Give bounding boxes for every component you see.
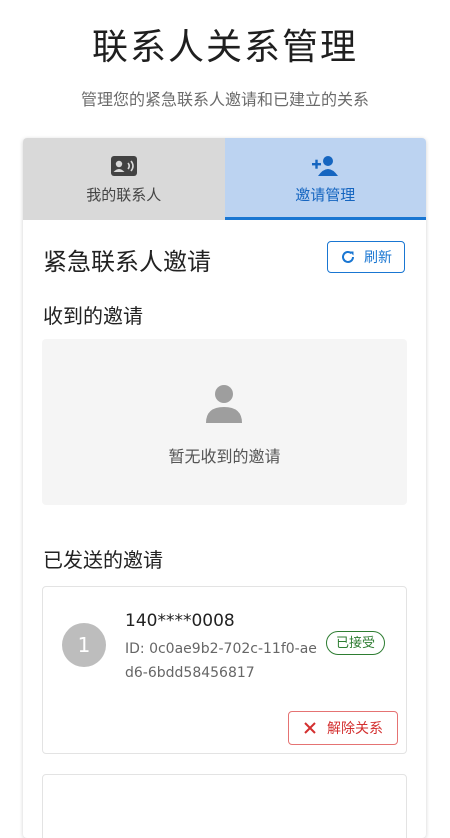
refresh-icon [342, 250, 354, 263]
page-subtitle: 管理您的紧急联系人邀请和已建立的关系 [80, 90, 369, 109]
empty-state-text: 暂无收到的邀请 [168, 447, 281, 466]
tab-bar: 我的联系人 邀请管理 [23, 138, 426, 220]
invite-phone: 140****0008 [125, 611, 235, 631]
refresh-button[interactable]: 刷新 [327, 241, 405, 273]
page-title: 联系人关系管理 [91, 27, 358, 68]
close-icon [304, 722, 316, 734]
tab-label: 邀请管理 [295, 185, 356, 204]
sent-invite-item: 1 140****0008 ID: 0c0ae9b2-702c-11f0-aed… [42, 586, 407, 754]
tab-invite-management[interactable]: 邀请管理 [224, 138, 426, 220]
tab-label: 我的联系人 [86, 185, 162, 204]
remove-label: 解除关系 [327, 721, 383, 737]
status-badge: 已接受 [326, 631, 386, 655]
sent-invites-heading: 已发送的邀请 [43, 548, 163, 572]
person-add-icon [312, 155, 339, 176]
tab-my-contacts[interactable]: 我的联系人 [23, 138, 225, 220]
section-title: 紧急联系人邀请 [43, 248, 211, 276]
received-invites-heading: 收到的邀请 [43, 304, 143, 328]
invite-id: ID: 0c0ae9b2-702c-11f0-aed6-6bdd58456817 [125, 641, 317, 681]
person-icon [206, 385, 242, 423]
received-empty-state: 暂无收到的邀请 [42, 339, 407, 505]
contact-card-icon [110, 155, 137, 176]
sent-invite-item [42, 774, 407, 838]
main-card: 我的联系人 邀请管理 紧急联系人邀请 刷新 收到的邀请 暂无收到的邀请 已发送的… [23, 138, 426, 838]
remove-relationship-button[interactable]: 解除关系 [288, 711, 398, 745]
avatar: 1 [62, 623, 106, 667]
refresh-label: 刷新 [364, 250, 392, 266]
